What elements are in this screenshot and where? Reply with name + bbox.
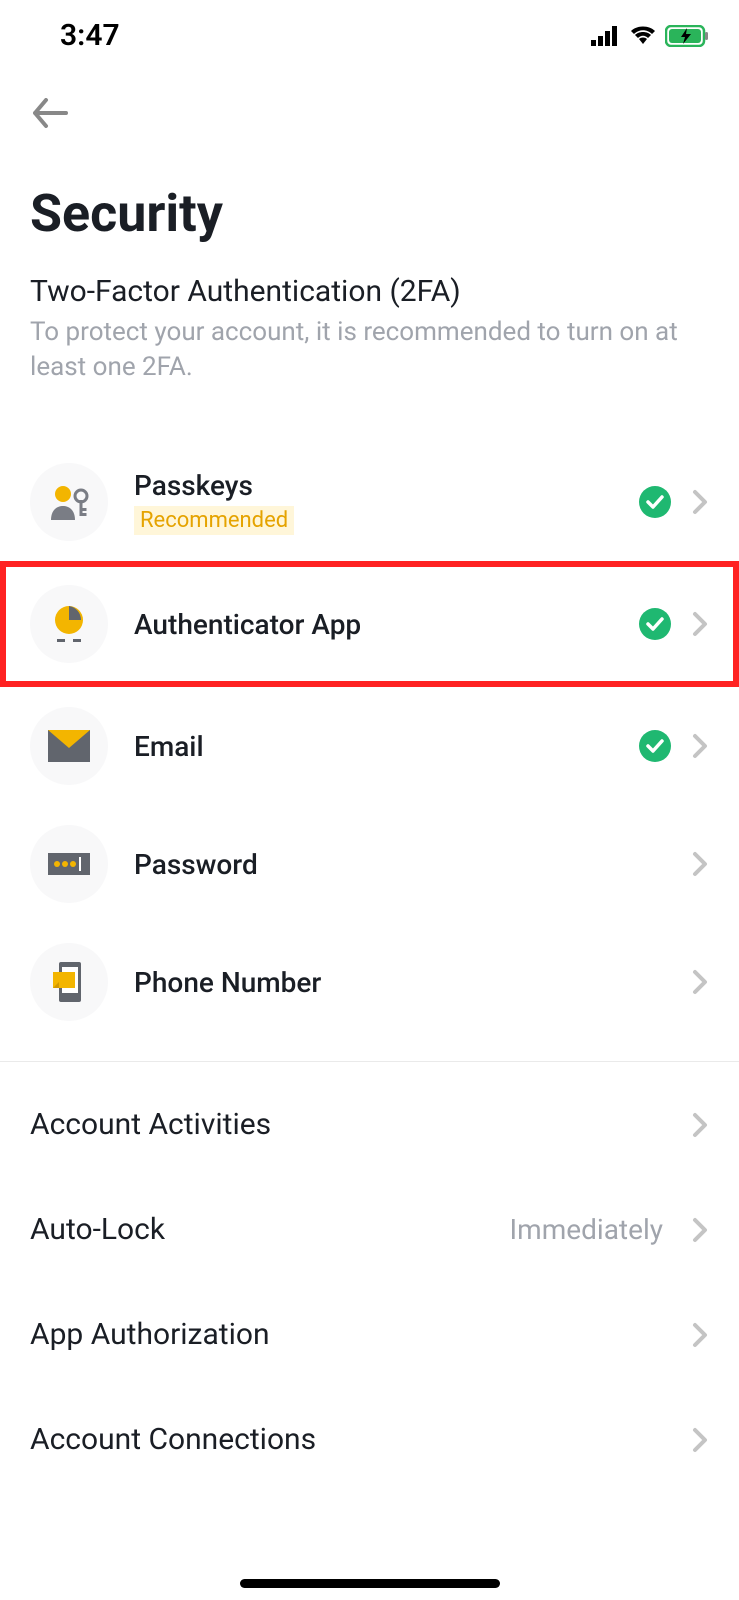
password-icon-wrap xyxy=(30,825,108,903)
page-title: Security xyxy=(0,153,739,274)
tfa-item-authenticator[interactable]: Authenticator App xyxy=(0,561,739,687)
chevron-right-icon xyxy=(691,968,709,996)
tfa-item-label: Authenticator App xyxy=(134,608,639,641)
email-icon xyxy=(48,730,90,762)
tfa-item-label: Phone Number xyxy=(134,966,691,999)
settings-item-value: Immediately xyxy=(510,1213,663,1246)
settings-item-label: Auto-Lock xyxy=(30,1212,165,1247)
divider xyxy=(0,1061,739,1062)
chevron-right-icon xyxy=(691,850,709,878)
passkey-icon xyxy=(47,482,91,522)
settings-item-label: App Authorization xyxy=(30,1317,270,1352)
chevron-right-icon xyxy=(691,1111,709,1139)
section-header-2fa: Two-Factor Authentication (2FA) To prote… xyxy=(0,274,739,393)
battery-charging-icon xyxy=(665,25,709,47)
chevron-right-icon xyxy=(691,1216,709,1244)
section-title: Two-Factor Authentication (2FA) xyxy=(30,274,709,309)
settings-item-label: Account Activities xyxy=(30,1107,271,1142)
authenticator-icon xyxy=(47,602,91,646)
settings-list: Account Activities Auto-Lock Immediately… xyxy=(0,1072,739,1492)
authenticator-icon-wrap xyxy=(30,585,108,663)
password-icon xyxy=(48,853,90,875)
tfa-item-password[interactable]: Password xyxy=(0,805,739,923)
signal-icon xyxy=(591,26,621,46)
chevron-right-icon xyxy=(691,1426,709,1454)
wifi-icon xyxy=(629,26,657,46)
phone-icon xyxy=(51,960,87,1004)
tfa-item-label: Email xyxy=(134,730,639,763)
chevron-right-icon xyxy=(691,610,709,638)
passkey-icon-wrap xyxy=(30,463,108,541)
tfa-item-passkeys[interactable]: Passkeys Recommended xyxy=(0,443,739,561)
settings-account-activities[interactable]: Account Activities xyxy=(0,1072,739,1177)
settings-account-connections[interactable]: Account Connections xyxy=(0,1387,739,1492)
status-time: 3:47 xyxy=(60,18,120,53)
status-bar: 3:47 xyxy=(0,0,739,63)
settings-item-label: Account Connections xyxy=(30,1422,316,1457)
tfa-item-label: Passkeys xyxy=(134,469,639,502)
chevron-right-icon xyxy=(691,732,709,760)
email-icon-wrap xyxy=(30,707,108,785)
arrow-left-icon xyxy=(32,98,68,128)
settings-app-authorization[interactable]: App Authorization xyxy=(0,1282,739,1387)
chevron-right-icon xyxy=(691,1321,709,1349)
back-button[interactable] xyxy=(30,93,70,133)
status-icons xyxy=(591,25,709,47)
recommended-badge: Recommended xyxy=(134,506,294,535)
tfa-item-phone[interactable]: Phone Number xyxy=(0,923,739,1041)
tfa-item-email[interactable]: Email xyxy=(0,687,739,805)
chevron-right-icon xyxy=(691,488,709,516)
tfa-list: Passkeys Recommended Authenticator App xyxy=(0,443,739,1041)
home-indicator[interactable] xyxy=(240,1579,500,1588)
nav-bar xyxy=(0,63,739,153)
settings-auto-lock[interactable]: Auto-Lock Immediately xyxy=(0,1177,739,1282)
phone-icon-wrap xyxy=(30,943,108,1021)
check-icon xyxy=(639,730,671,762)
tfa-item-label: Password xyxy=(134,848,691,881)
section-subtitle: To protect your account, it is recommend… xyxy=(30,315,709,385)
check-icon xyxy=(639,486,671,518)
check-icon xyxy=(639,608,671,640)
